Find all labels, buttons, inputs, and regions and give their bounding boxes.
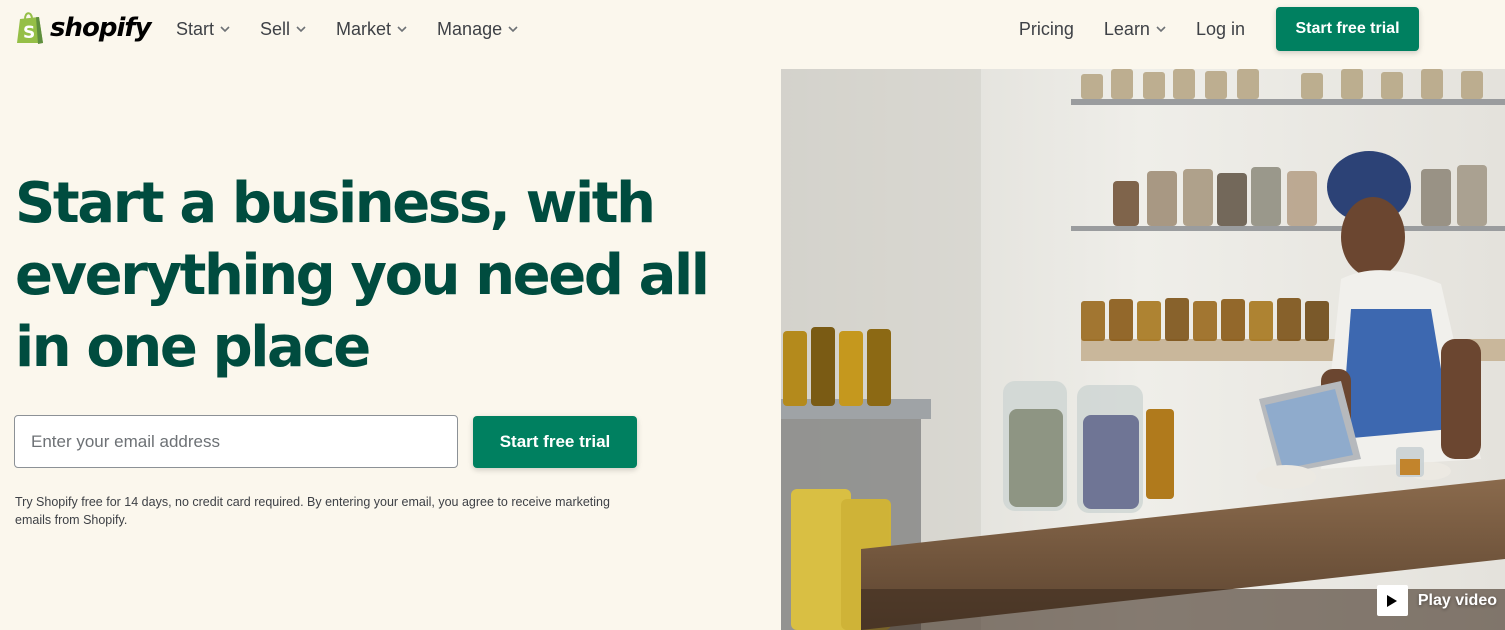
chevron-down-icon [220, 25, 230, 32]
nav-item-manage[interactable]: Manage [437, 16, 518, 42]
nav-item-label: Manage [437, 18, 503, 39]
shopping-bag-icon: S [17, 12, 43, 44]
svg-text:S: S [23, 23, 35, 43]
play-video-label: Play video [1417, 591, 1497, 609]
chevron-down-icon [296, 25, 306, 32]
nav-item-label: Market [336, 18, 392, 39]
nav-item-sell[interactable]: Sell [260, 16, 306, 42]
nav-link-login[interactable]: Log in [1196, 16, 1245, 42]
nav-item-label: Learn [1103, 18, 1150, 39]
nav-item-label: Log in [1195, 18, 1245, 39]
primary-nav: Start Sell Market Manage [176, 16, 518, 42]
secondary-nav: Pricing Learn Log in Start free trial [1019, 7, 1505, 51]
chevron-down-icon [1156, 25, 1166, 32]
email-field[interactable] [14, 415, 458, 468]
chevron-down-icon [508, 25, 518, 32]
top-navigation: S shopify Start Sell Market Manage Prici… [0, 0, 1505, 58]
nav-item-label: Start [176, 18, 215, 39]
hero-start-free-trial-button[interactable]: Start free trial [473, 416, 637, 468]
nav-link-pricing[interactable]: Pricing [1019, 16, 1074, 42]
nav-item-label: Pricing [1018, 18, 1074, 39]
start-free-trial-button[interactable]: Start free trial [1276, 7, 1419, 51]
chevron-down-icon [397, 25, 407, 32]
nav-item-label: Sell [260, 18, 291, 39]
shopify-logo[interactable]: S shopify [14, 10, 152, 46]
play-icon [1376, 585, 1408, 616]
nav-item-market[interactable]: Market [336, 16, 407, 42]
hero-headline: Start a business, with everything you ne… [15, 171, 710, 380]
nav-item-start[interactable]: Start [176, 16, 230, 42]
nav-item-learn[interactable]: Learn [1104, 16, 1166, 42]
play-video-button[interactable]: Play video [1376, 585, 1497, 616]
brand-name: shopify [50, 13, 152, 43]
trial-disclaimer: Try Shopify free for 14 days, no credit … [15, 495, 610, 527]
shop-owner-photo [781, 69, 1505, 630]
hero-image: Play video [781, 69, 1505, 630]
